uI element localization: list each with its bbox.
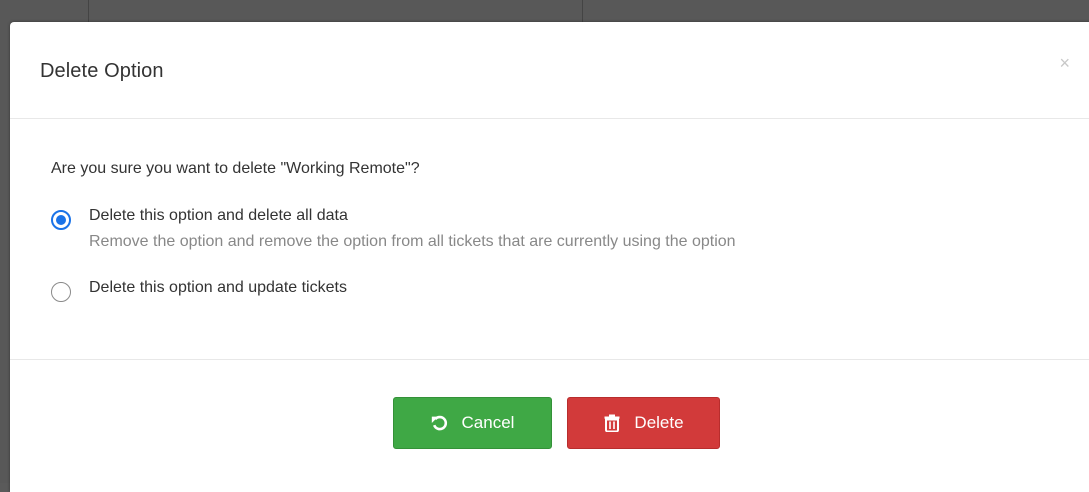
delete-option-dialog: Delete Option × Are you sure you want to…	[10, 22, 1089, 492]
cancel-button[interactable]: Cancel	[393, 397, 552, 449]
cancel-label: Cancel	[461, 413, 515, 432]
undo-icon	[431, 414, 449, 432]
backdrop-divider	[88, 0, 89, 22]
radio-update-tickets[interactable]	[51, 282, 71, 302]
delete-button[interactable]: Delete	[567, 397, 720, 449]
confirmation-question: Are you sure you want to delete "Working…	[51, 160, 420, 177]
option-label[interactable]: Delete this option and delete all data	[89, 207, 348, 225]
dialog-footer: Cancel Delete	[10, 360, 1089, 490]
radio-delete-all-data[interactable]	[51, 210, 71, 230]
dialog-body: Are you sure you want to delete "Working…	[10, 119, 1089, 360]
option-description: Remove the option and remove the option …	[89, 233, 736, 250]
trash-icon	[603, 414, 621, 432]
backdrop-divider	[582, 0, 583, 22]
delete-label: Delete	[634, 413, 684, 432]
option-label[interactable]: Delete this option and update tickets	[89, 279, 347, 297]
close-icon[interactable]: ×	[1059, 54, 1070, 72]
dialog-header: Delete Option ×	[10, 22, 1089, 119]
dialog-title: Delete Option	[40, 60, 164, 82]
